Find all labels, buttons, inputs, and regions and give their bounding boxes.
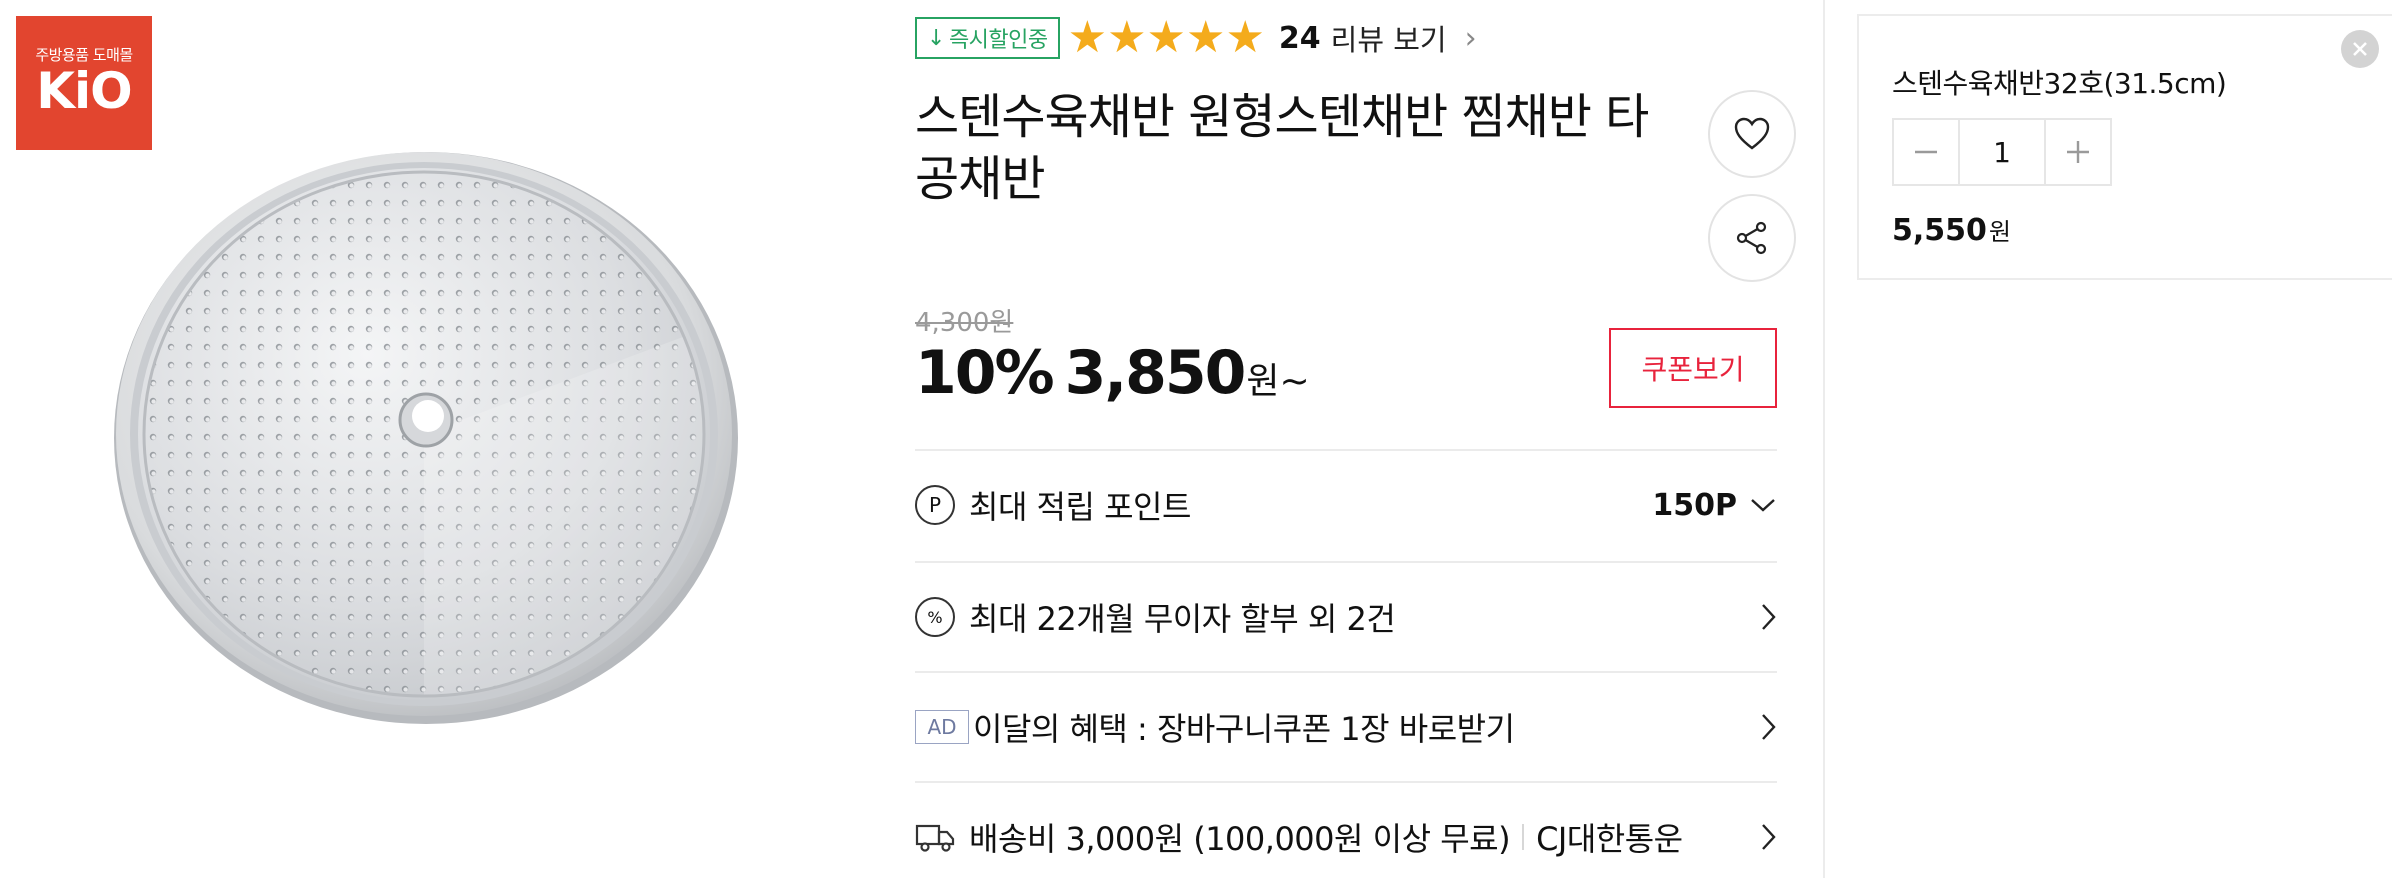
quantity-input[interactable]: 1 — [1958, 120, 2046, 184]
monthly-benefit-row[interactable]: AD 이달의 혜택 : 장바구니쿠폰 1장 바로받기 — [915, 671, 1777, 781]
chevron-right-icon[interactable]: › — [1465, 21, 1477, 56]
points-row[interactable]: P 최대 적립 포인트 150P — [915, 449, 1777, 559]
star-rating: ★ ★ ★ ★ ★ — [1068, 16, 1265, 60]
plus-icon — [2067, 141, 2089, 163]
chevron-right-icon[interactable] — [1759, 712, 1777, 742]
ad-badge: AD — [915, 710, 969, 744]
chevron-right-icon[interactable] — [1759, 822, 1777, 852]
remove-option-button[interactable] — [2341, 30, 2379, 68]
point-icon: P — [915, 485, 955, 525]
shipping-row[interactable]: 배송비 3,000원 (100,000원 이상 무료) CJ대한통운 — [915, 781, 1777, 878]
star-icon: ★ — [1107, 12, 1147, 63]
down-arrow-icon: ↓ — [927, 25, 945, 51]
badge-label: 즉시할인중 — [948, 28, 1048, 53]
installment-arrow — [1759, 602, 1777, 632]
shipping-carrier: CJ대한통운 — [1536, 820, 1683, 858]
column-divider — [1823, 0, 1825, 878]
coupon-button[interactable]: 쿠폰보기 — [1609, 328, 1777, 408]
rating-row: ↓ 즉시할인중 ★ ★ ★ ★ ★ 24 리뷰 보기 › — [915, 16, 1477, 60]
review-count[interactable]: 24 — [1279, 21, 1321, 56]
share-button[interactable] — [1708, 194, 1796, 282]
original-price: 4,300원 — [915, 308, 1014, 338]
truck-icon — [915, 824, 955, 852]
installment-label: 최대 22개월 무이자 할부 외 2건 — [969, 600, 1396, 638]
sale-price-row: 10% 3,850 원~ — [915, 338, 1310, 408]
product-title: 스텐수육채반 원형스텐채반 찜채반 타공채반 — [915, 89, 1649, 207]
star-icon: ★ — [1067, 12, 1108, 63]
decrease-quantity-button[interactable] — [1894, 120, 1958, 184]
points-value: 150P — [1652, 487, 1737, 523]
price-unit: 원~ — [1246, 361, 1310, 402]
logo-name: KiO — [36, 62, 132, 120]
chevron-right-icon[interactable] — [1759, 602, 1777, 632]
product-image-area: 주방용품 도매몰 KiO — [0, 0, 880, 878]
shipping-fee-label: 배송비 3,000원 (100,000원 이상 무료) — [969, 820, 1511, 858]
monthly-benefit-label: 이달의 혜택 : 장바구니쿠폰 1장 바로받기 — [973, 710, 1515, 748]
option-price-value: 5,550 — [1892, 213, 1987, 248]
sale-price: 3,850 — [1064, 338, 1247, 408]
brand-logo: 주방용품 도매몰 KiO — [16, 16, 152, 150]
star-icon: ★ — [1186, 12, 1226, 63]
shipping-arrow — [1759, 822, 1777, 852]
installment-row[interactable]: % 최대 22개월 무이자 할부 외 2건 — [915, 561, 1777, 671]
option-price-unit: 원 — [1988, 218, 2011, 246]
selected-option-panel: 스텐수육채반32호(31.5cm) 1 5,550 원 — [1857, 14, 2392, 280]
monthly-benefit-arrow — [1759, 712, 1777, 742]
product-image[interactable] — [108, 140, 740, 728]
option-price: 5,550 원 — [1892, 212, 2011, 248]
discount-percent: 10% — [915, 338, 1055, 408]
divider — [1522, 824, 1525, 850]
chevron-down-icon[interactable] — [1749, 496, 1777, 514]
star-icon: ★ — [1146, 12, 1186, 63]
instant-discount-badge: ↓ 즉시할인중 — [915, 17, 1060, 59]
share-icon — [1736, 221, 1767, 255]
star-icon: ★ — [1225, 12, 1265, 63]
minus-icon — [1915, 150, 1937, 154]
option-name: 스텐수육채반32호(31.5cm) — [1892, 67, 2227, 100]
like-button[interactable] — [1708, 90, 1796, 178]
review-link[interactable]: 리뷰 보기 — [1331, 17, 1447, 59]
percent-icon: % — [915, 597, 955, 637]
quantity-stepper: 1 — [1892, 118, 2112, 186]
product-info: ↓ 즉시할인중 ★ ★ ★ ★ ★ 24 리뷰 보기 › 스텐수육채반 원형스텐… — [915, 0, 1796, 878]
heart-icon — [1734, 117, 1770, 150]
increase-quantity-button[interactable] — [2046, 120, 2110, 184]
points-value-group: 150P — [1652, 488, 1777, 523]
close-icon — [2353, 42, 2367, 56]
points-label: 최대 적립 포인트 — [969, 488, 1191, 526]
